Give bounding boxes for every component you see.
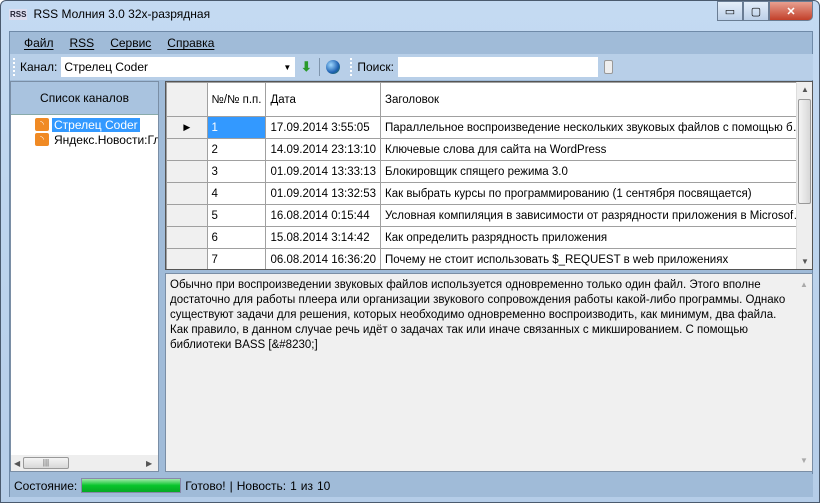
channel-item[interactable]: ◝ Яндекс.Новости:Главное	[35, 132, 158, 147]
table-row[interactable]: ▶ 1 17.09.2014 3:55:05 Параллельное воспрои…	[166, 116, 812, 139]
toolbar-grip[interactable]	[350, 58, 354, 76]
channel-list-panel: Список каналов ◝ Стрелец Coder ◝ Яндекс.Но…	[10, 81, 159, 472]
news-label: Новость:	[236, 478, 287, 493]
column-header-number[interactable]: №/№ п.п.	[206, 82, 267, 117]
scroll-down-icon[interactable]: ▼	[796, 453, 812, 468]
menu-bar: Файл RSS Сервис Справка	[10, 32, 222, 54]
scroll-down-icon[interactable]: ▼	[797, 257, 812, 266]
column-header-date[interactable]: Дата	[265, 82, 381, 117]
table-row[interactable]: 5 16.08.2014 0:15:44 Условная компиляция в…	[166, 204, 812, 227]
cell-date[interactable]: 16.08.2014 0:15:44	[265, 204, 381, 227]
scroll-up-icon[interactable]: ▲	[796, 277, 812, 292]
cell-date[interactable]: 01.09.2014 13:33:13	[265, 160, 381, 183]
table-row[interactable]: 2 14.09.2014 23:13:10 Ключевые слова для с…	[166, 138, 812, 161]
cell-number[interactable]: 6	[206, 226, 267, 249]
horizontal-scrollbar[interactable]: ◀ ||| ▶	[11, 455, 158, 471]
scroll-thumb[interactable]	[798, 99, 811, 204]
column-header-title[interactable]: Заголовок	[380, 82, 812, 117]
clear-search-button[interactable]	[598, 57, 620, 77]
row-header[interactable]	[166, 160, 208, 183]
cell-title[interactable]: Условная компиляция в зависимости от раз…	[380, 204, 812, 227]
cell-title[interactable]: Как определить разрядность приложения	[380, 226, 812, 249]
channel-label: Канал:	[20, 60, 58, 74]
cell-number[interactable]: 5	[206, 204, 267, 227]
scroll-thumb[interactable]: |||	[23, 457, 69, 469]
description-scrollbar[interactable]: ▲ ▼	[796, 274, 812, 471]
news-of: из	[300, 478, 313, 493]
description-text: Обычно при воспроизведении звуковых файл…	[170, 279, 786, 351]
cell-number[interactable]: 4	[206, 182, 267, 205]
row-header[interactable]: ▶	[166, 116, 208, 139]
cell-title[interactable]: Блокировщик спящего режима 3.0	[380, 160, 812, 183]
menu-help[interactable]: Справка	[159, 36, 222, 50]
search-label: Поиск:	[357, 60, 394, 74]
channel-tree: ◝Стрелец Coder ◝ Яндекс.Новости:Главное	[11, 115, 158, 147]
table-row[interactable]: 6 15.08.2014 3:14:42 Как определить разряд…	[166, 226, 812, 249]
status-state: Готово!	[185, 478, 226, 493]
news-description[interactable]: Обычно при воспроизведении звуковых файл…	[165, 273, 813, 472]
news-total: 10	[316, 478, 331, 493]
cell-title[interactable]: Ключевые слова для сайта на WordPress	[380, 138, 812, 161]
channel-item[interactable]: ◝ Стрелец Coder	[35, 117, 158, 132]
app-icon: RSS	[9, 8, 28, 20]
toolbar: Канал: Стрелец Coder ▼ ⬇ Поиск:	[10, 54, 813, 80]
cell-number[interactable]: 2	[206, 138, 267, 161]
progress-bar	[81, 478, 182, 493]
channel-list-header: Список каналов	[11, 82, 158, 115]
menu-file[interactable]: Файл	[16, 36, 62, 50]
cell-date[interactable]: 15.08.2014 3:14:42	[265, 226, 381, 249]
rss-icon: ◝	[35, 133, 49, 146]
cell-title[interactable]: Как выбрать курсы по программированию (1…	[380, 182, 812, 205]
scroll-left-icon[interactable]: ◀	[14, 459, 20, 468]
toolbar-grip[interactable]	[13, 58, 17, 76]
status-bar: Состояние: Готово! | Новость: 1 из 10	[10, 474, 813, 497]
cell-number[interactable]: 3	[206, 160, 267, 183]
separator	[319, 58, 321, 76]
open-web-button[interactable]	[322, 57, 344, 77]
channel-item-label: Яндекс.Новости:Главное	[54, 132, 158, 147]
search-input[interactable]	[397, 57, 598, 77]
cell-date[interactable]: 06.08.2014 16:36:20	[265, 248, 381, 269]
channel-value: Стрелец Coder	[64, 60, 148, 74]
status-separator: |	[229, 478, 233, 493]
cell-date[interactable]: 14.09.2014 23:13:10	[265, 138, 381, 161]
globe-icon	[326, 60, 341, 74]
window-title: RSS Молния 3.0 32x-разрядная	[33, 7, 211, 21]
title-bar: RSS RSS Молния 3.0 32x-разрядная	[9, 7, 210, 21]
row-header[interactable]	[166, 138, 208, 161]
cell-number[interactable]: 7	[206, 248, 267, 269]
scroll-right-icon[interactable]: ▶	[146, 459, 152, 468]
menu-rss[interactable]: RSS	[62, 36, 103, 50]
row-header[interactable]	[166, 204, 208, 227]
arrow-down-icon: ⬇	[300, 59, 312, 74]
table-row[interactable]: 7 06.08.2014 16:36:20 Почему не стоит испо…	[166, 248, 812, 269]
cell-date[interactable]: 01.09.2014 13:32:53	[265, 182, 381, 205]
table-row[interactable]: 3 01.09.2014 13:33:13 Блокировщик спящего …	[166, 160, 812, 183]
row-header[interactable]	[166, 182, 208, 205]
eraser-icon	[604, 60, 614, 74]
status-label: Состояние:	[14, 478, 78, 493]
menu-service[interactable]: Сервис	[102, 36, 159, 50]
chevron-down-icon[interactable]: ▼	[283, 63, 291, 72]
news-grid: №/№ п.п. Дата Заголовок ▶ 1 17.09.2014 3:5…	[165, 81, 813, 270]
channel-item-label: Стрелец Coder	[52, 117, 140, 132]
scroll-up-icon[interactable]: ▲	[797, 85, 812, 94]
close-button[interactable]: ✕	[769, 1, 813, 21]
rss-icon: ◝	[35, 118, 49, 131]
cell-title[interactable]: Параллельное воспроизведение нескольких …	[380, 116, 812, 139]
row-header[interactable]	[166, 226, 208, 249]
cell-title[interactable]: Почему не стоит использовать $_REQUEST в…	[380, 248, 812, 269]
row-header[interactable]	[166, 248, 208, 269]
channel-select[interactable]: Стрелец Coder ▼	[61, 57, 296, 77]
table-row[interactable]: 4 01.09.2014 13:32:53 Как выбрать курсы по…	[166, 182, 812, 205]
cell-date[interactable]: 17.09.2014 3:55:05	[265, 116, 381, 139]
minimize-button[interactable]: ▭	[717, 1, 743, 21]
news-current: 1	[290, 478, 297, 493]
grid-vertical-scrollbar[interactable]: ▲ ▼	[796, 82, 812, 269]
cell-number[interactable]: 1	[206, 116, 267, 139]
app-window: RSS RSS Молния 3.0 32x-разрядная ▭ ▢ ✕ Ф…	[0, 0, 820, 503]
maximize-button[interactable]: ▢	[743, 1, 769, 21]
download-button[interactable]: ⬇	[295, 57, 317, 77]
row-header-corner	[166, 82, 208, 117]
